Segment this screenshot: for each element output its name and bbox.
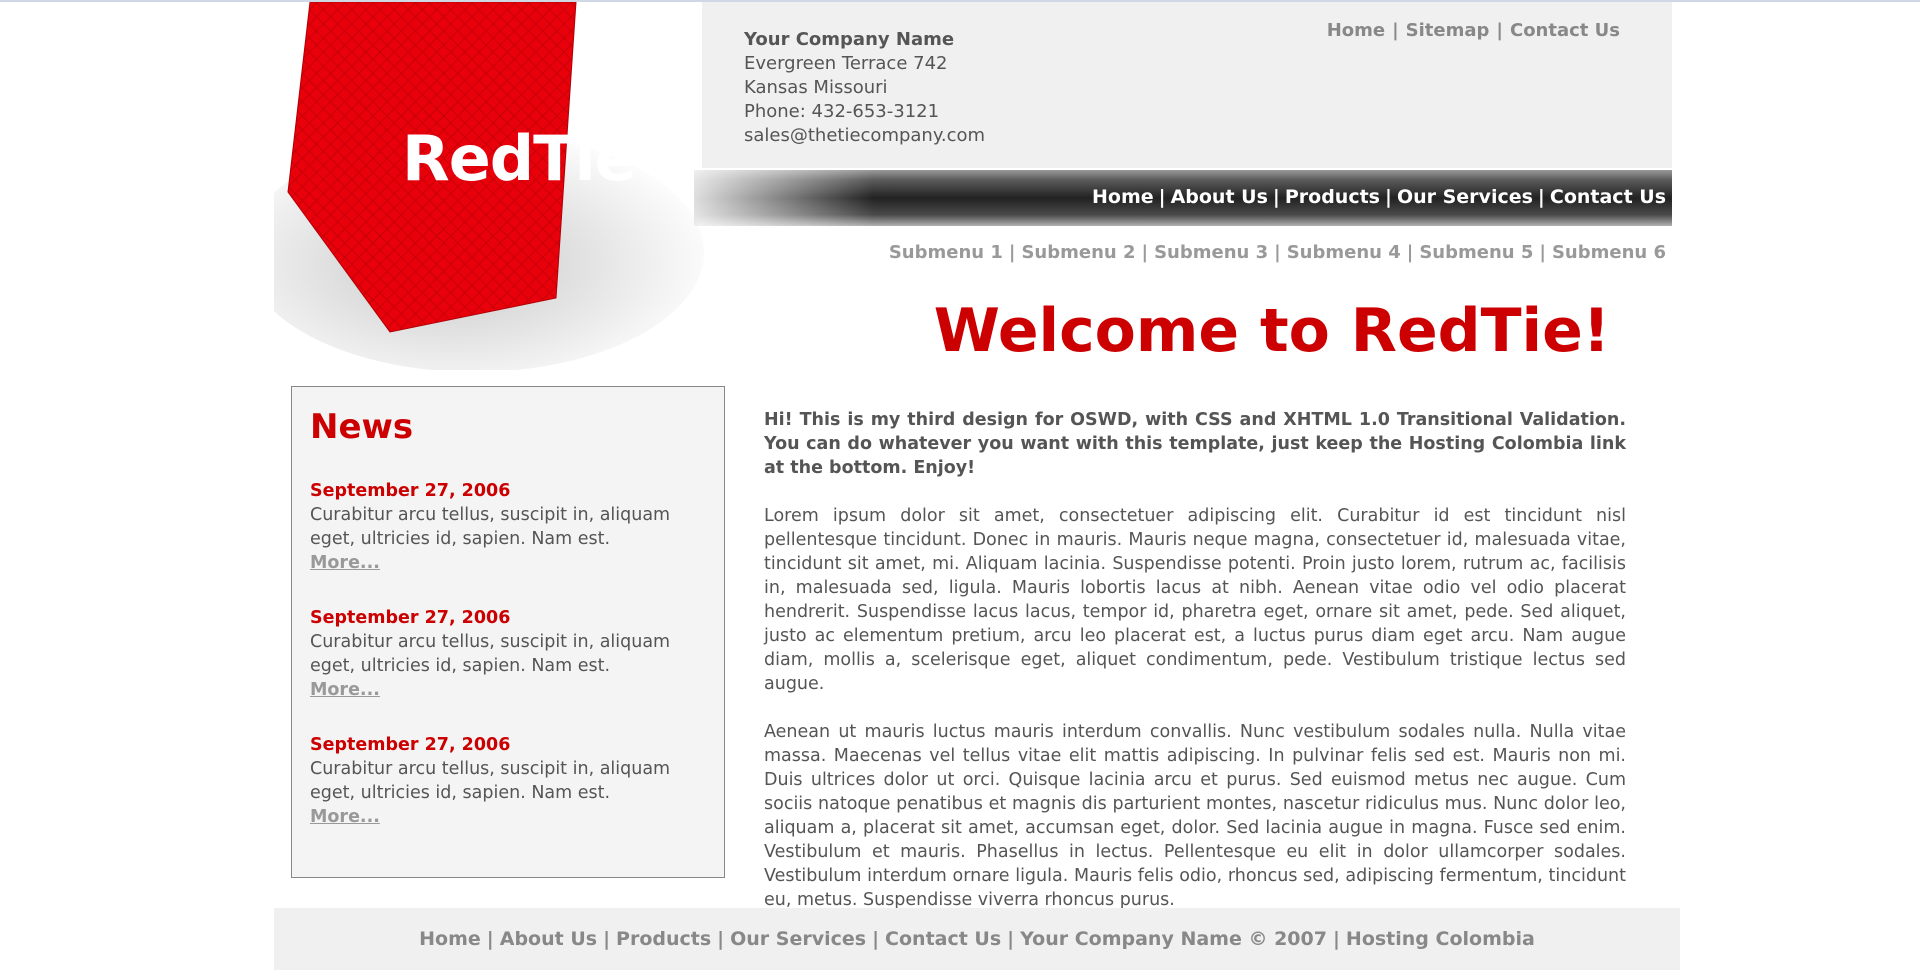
content-paragraph-2: Aenean ut mauris luctus mauris interdum …: [764, 722, 1626, 910]
top-link-home[interactable]: Home: [1327, 20, 1385, 41]
footer-link-our-services[interactable]: Our Services: [730, 928, 866, 950]
news-text: Curabitur arcu tellus, suscipit in, aliq…: [310, 759, 671, 803]
company-email: sales@thetiecompany.com: [744, 125, 986, 146]
news-text: Curabitur arcu tellus, suscipit in, aliq…: [310, 505, 671, 549]
news-title: News: [310, 407, 414, 447]
nav-products[interactable]: Products: [1285, 186, 1380, 208]
submenu-2[interactable]: Submenu 2: [1021, 242, 1135, 263]
company-info: Your Company Name Evergreen Terrace 742 …: [744, 28, 985, 148]
submenu-4[interactable]: Submenu 4: [1287, 242, 1401, 263]
main-nav: Home | About Us | Products | Our Services | Cont…: [1091, 186, 1666, 208]
footer-copyright[interactable]: Your Company Name © 2007: [1020, 928, 1327, 950]
footer-link-about-us[interactable]: About Us: [500, 928, 597, 950]
news-more-link[interactable]: More...: [310, 807, 380, 827]
submenu-3[interactable]: Submenu 3: [1154, 242, 1268, 263]
logo-text[interactable]: RedTie: [402, 122, 637, 195]
page: Your Company Name Evergreen Terrace 742 …: [274, 2, 1682, 972]
news-date: September 27, 2006: [310, 481, 511, 501]
main-content: Hi! This is my third design for OSWD, wi…: [764, 408, 1626, 936]
content-paragraph-1: Lorem ipsum dolor sit amet, consectetuer…: [764, 506, 1626, 694]
nav-about-us[interactable]: About Us: [1171, 186, 1268, 208]
news-item: September 27, 2006 Curabitur arcu tellus…: [310, 733, 715, 829]
top-links: Home | Sitemap | Contact Us: [1326, 20, 1620, 41]
news-date: September 27, 2006: [310, 735, 511, 755]
submenu-5[interactable]: Submenu 5: [1419, 242, 1533, 263]
footer-link-contact-us[interactable]: Contact Us: [885, 928, 1001, 950]
intro-text: Hi! This is my third design for OSWD, wi…: [764, 410, 1626, 478]
top-link-contact[interactable]: Contact Us: [1510, 20, 1620, 41]
news-date: September 27, 2006: [310, 608, 511, 628]
news-item: September 27, 2006 Curabitur arcu tellus…: [310, 606, 715, 702]
nav-our-services[interactable]: Our Services: [1397, 186, 1533, 208]
nav-contact-us[interactable]: Contact Us: [1550, 186, 1666, 208]
sub-nav: Submenu 1 | Submenu 2 | Submenu 3 | Submenu 4 |…: [888, 242, 1666, 263]
news-more-link[interactable]: More...: [310, 680, 380, 700]
submenu-1[interactable]: Submenu 1: [889, 242, 1003, 263]
footer: Home | About Us | Products | Our Services | Cont…: [274, 908, 1680, 970]
submenu-6[interactable]: Submenu 6: [1552, 242, 1666, 263]
footer-link-home[interactable]: Home: [419, 928, 481, 950]
news-text: Curabitur arcu tellus, suscipit in, aliq…: [310, 632, 671, 676]
company-phone: Phone: 432-653-3121: [744, 101, 940, 122]
top-link-sitemap[interactable]: Sitemap: [1406, 20, 1490, 41]
company-name: Your Company Name: [744, 29, 955, 50]
footer-link-hosting-colombia[interactable]: Hosting Colombia: [1346, 928, 1535, 950]
news-more-link[interactable]: More...: [310, 553, 380, 573]
footer-link-products[interactable]: Products: [616, 928, 711, 950]
news-panel: News September 27, 2006 Curabitur arcu t…: [291, 386, 725, 878]
page-title: Welcome to RedTie!: [933, 296, 1611, 366]
company-address-line2: Kansas Missouri: [744, 77, 888, 98]
news-item: September 27, 2006 Curabitur arcu tellus…: [310, 479, 715, 575]
company-address-line1: Evergreen Terrace 742: [744, 53, 948, 74]
nav-home[interactable]: Home: [1092, 186, 1154, 208]
